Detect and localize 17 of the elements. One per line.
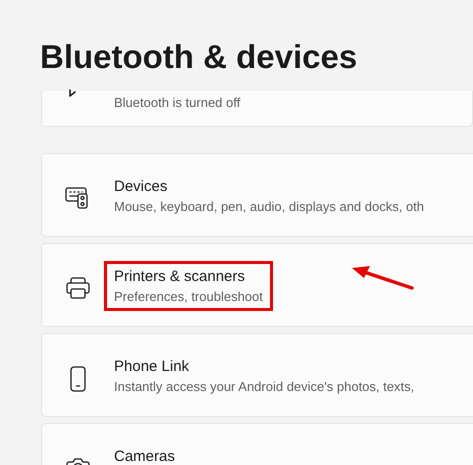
printer-icon [65,276,91,300]
card-subtitle: Preferences, troubleshoot [114,288,263,306]
settings-card[interactable]: Cameras [41,423,473,465]
phone-icon [69,366,87,392]
settings-card[interactable]: Phone Link Instantly access your Android device's photos, texts, [41,333,473,417]
card-title: Devices [114,177,168,197]
card-title: Printers & scanners [114,267,246,287]
annotation-arrow [350,264,414,290]
settings-card[interactable]: Printers & scanners Preferences, troubleshoot [41,243,473,327]
settings-card[interactable]: Bluetooth is turned off [41,91,473,127]
page-title: Bluetooth & devices [40,40,358,73]
card-subtitle: Mouse, keyboard, pen, audio, displays and docks, oth [114,198,424,216]
card-title: Cameras [114,447,175,465]
card-subtitle: Instantly access your Android device's photos, texts, [114,378,414,396]
card-title: Phone Link [114,357,190,377]
settings-card[interactable]: Devices Mouse, keyboard, pen, audio, displays and docks, oth [41,153,473,237]
card-subtitle: Bluetooth is turned off [114,94,240,112]
